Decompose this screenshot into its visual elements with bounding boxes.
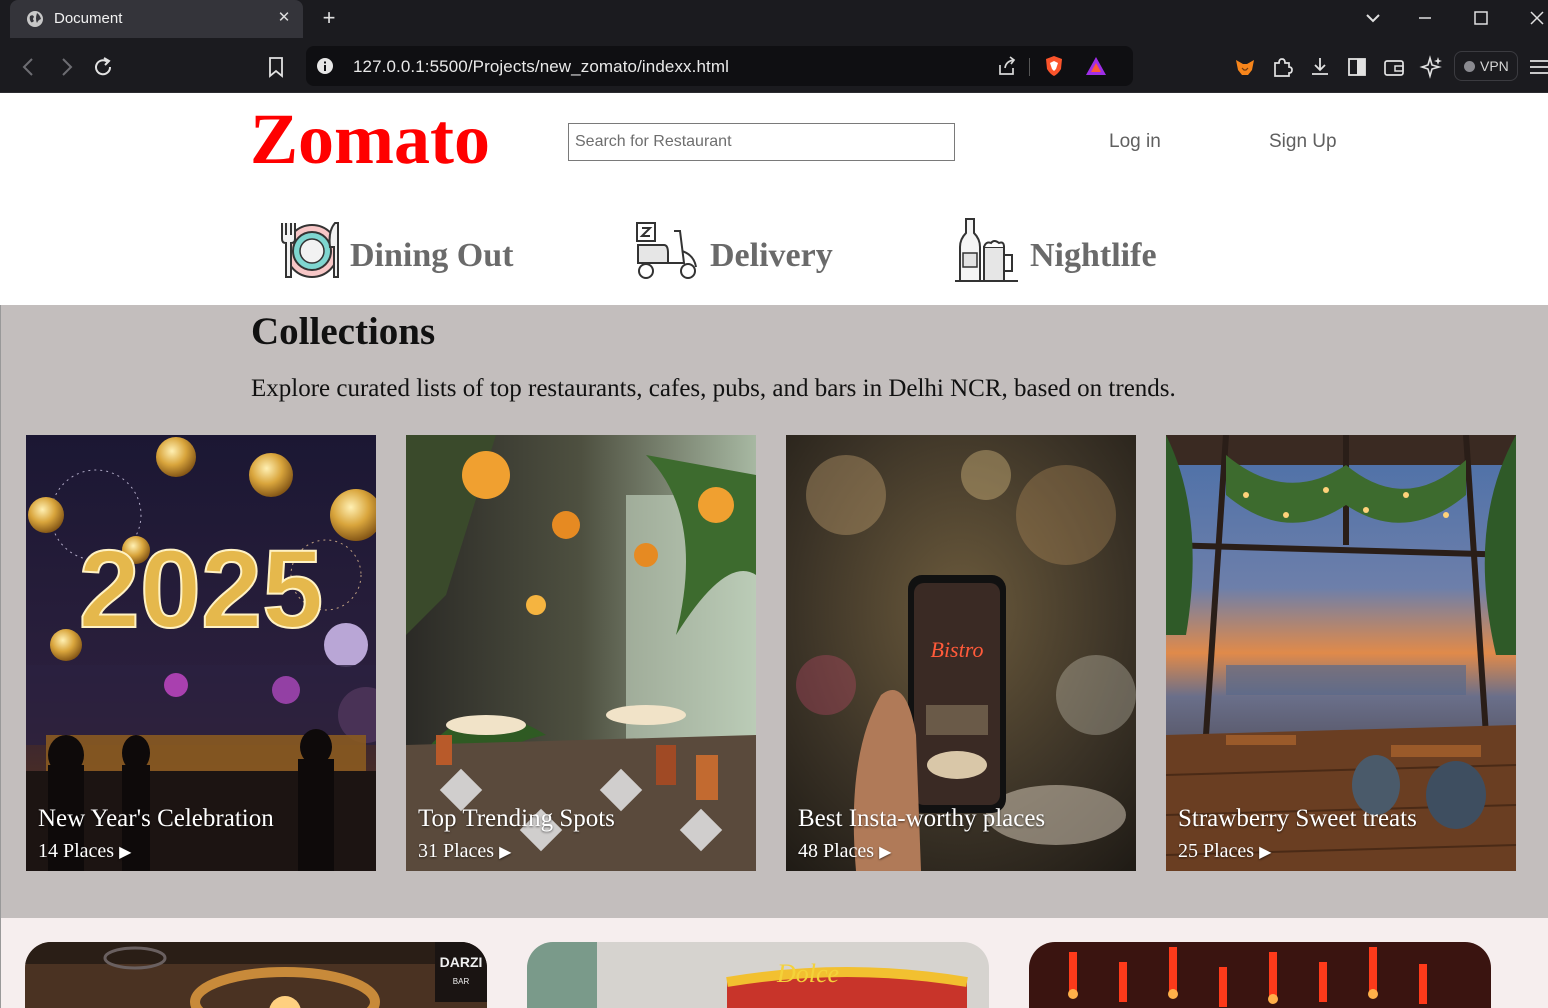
play-arrow-icon: ▶ <box>879 844 892 861</box>
restaurants-section: DARZI BAR Dolce <box>0 918 1548 1008</box>
sidebar-toggle-icon[interactable] <box>1344 54 1370 80</box>
browser-tab-strip: Document ✕ + <box>0 0 1548 42</box>
restaurant-image-3 <box>1029 942 1491 1008</box>
svg-text:Bistro: Bistro <box>931 637 984 662</box>
collection-card-strawberry[interactable]: Strawberry Sweet treats 25 Places ▶ <box>1166 435 1516 871</box>
download-icon[interactable] <box>1307 54 1333 80</box>
svg-text:Dolce: Dolce <box>776 959 839 988</box>
metamask-fox-icon[interactable] <box>1232 54 1258 80</box>
restaurant-card-2[interactable]: Dolce <box>527 942 989 1008</box>
vpn-label: VPN <box>1480 58 1509 74</box>
vpn-button[interactable]: VPN <box>1454 51 1518 81</box>
wallet-icon[interactable] <box>1381 54 1407 80</box>
site-info-icon[interactable] <box>316 57 334 75</box>
login-link[interactable]: Log in <box>1109 131 1161 153</box>
restaurant-card-3[interactable] <box>1029 942 1491 1008</box>
category-nightlife[interactable]: Nightlife <box>954 217 1174 283</box>
zomato-logo[interactable]: Zomato <box>250 97 490 181</box>
collection-count: 31 Places ▶ <box>418 840 512 862</box>
collections-title: Collections <box>251 310 436 353</box>
play-arrow-icon: ▶ <box>499 844 512 861</box>
category-label: Delivery <box>710 237 833 274</box>
drinks-icon <box>955 218 1018 282</box>
tab-title: Document <box>54 10 123 27</box>
svg-text:BAR: BAR <box>453 977 470 986</box>
collection-name: New Year's Celebration <box>38 805 274 832</box>
minimize-icon[interactable] <box>1408 4 1442 32</box>
category-dining-out[interactable]: Dining Out <box>272 217 532 283</box>
vpn-status-dot <box>1464 61 1475 72</box>
collection-card-trending[interactable]: Top Trending Spots 31 Places ▶ <box>406 435 756 871</box>
url-separator <box>1029 58 1030 76</box>
close-window-icon[interactable] <box>1520 4 1548 32</box>
restaurant-image-1: DARZI BAR <box>25 942 487 1008</box>
maximize-icon[interactable] <box>1464 4 1498 32</box>
menu-hamburger-icon[interactable] <box>1526 54 1548 80</box>
restaurant-card-1[interactable]: DARZI BAR <box>25 942 487 1008</box>
collection-count: 14 Places ▶ <box>38 840 132 862</box>
share-icon[interactable] <box>996 55 1018 77</box>
extensions-puzzle-icon[interactable] <box>1269 54 1295 80</box>
dining-icon <box>281 222 339 278</box>
reload-icon[interactable] <box>90 54 116 80</box>
address-bar[interactable]: 127.0.0.1:5500/Projects/new_zomato/index… <box>306 46 1133 86</box>
url-text[interactable]: 127.0.0.1:5500/Projects/new_zomato/index… <box>353 57 729 77</box>
collection-card-insta[interactable]: Bistro Best Insta-worthy places 48 Place… <box>786 435 1136 871</box>
globe-icon <box>27 11 43 27</box>
category-delivery[interactable]: Delivery <box>634 217 854 283</box>
scooter-icon <box>636 222 697 279</box>
bookmark-icon[interactable] <box>263 54 289 80</box>
brave-shield-icon[interactable] <box>1042 54 1066 78</box>
collection-count: 25 Places ▶ <box>1178 840 1272 862</box>
tab-list-chevron-icon[interactable] <box>1356 4 1390 32</box>
collections-section: Collections Explore curated lists of top… <box>0 305 1548 918</box>
search-input[interactable] <box>568 123 955 161</box>
page-content: Zomato Log in Sign Up Dining Out Deliver… <box>0 93 1548 1008</box>
tab-close-icon[interactable]: ✕ <box>274 8 294 28</box>
browser-toolbar: 127.0.0.1:5500/Projects/new_zomato/index… <box>0 42 1548 93</box>
play-arrow-icon: ▶ <box>1259 844 1272 861</box>
forward-icon[interactable] <box>53 54 79 80</box>
signup-link[interactable]: Sign Up <box>1269 131 1337 153</box>
svg-text:2025: 2025 <box>79 528 324 651</box>
category-label: Nightlife <box>1030 237 1157 274</box>
collection-name: Top Trending Spots <box>418 805 615 832</box>
restaurant-image-2: Dolce <box>527 942 989 1008</box>
collection-card-new-year[interactable]: 2025 New Year's Celebration 14 Places ▶ <box>26 435 376 871</box>
play-arrow-icon: ▶ <box>119 844 132 861</box>
svg-text:DARZI: DARZI <box>440 954 483 970</box>
collection-name: Strawberry Sweet treats <box>1178 805 1417 832</box>
category-label: Dining Out <box>350 237 514 274</box>
collections-description: Explore curated lists of top restaurants… <box>251 375 1176 402</box>
leo-ai-sparkle-icon[interactable] <box>1419 54 1445 80</box>
brave-rewards-icon[interactable] <box>1084 55 1108 77</box>
collection-name: Best Insta-worthy places <box>798 805 1046 832</box>
back-icon[interactable] <box>16 54 42 80</box>
collection-count: 48 Places ▶ <box>798 840 892 862</box>
browser-tab[interactable]: Document ✕ <box>10 0 303 38</box>
new-tab-button[interactable]: + <box>316 5 342 31</box>
